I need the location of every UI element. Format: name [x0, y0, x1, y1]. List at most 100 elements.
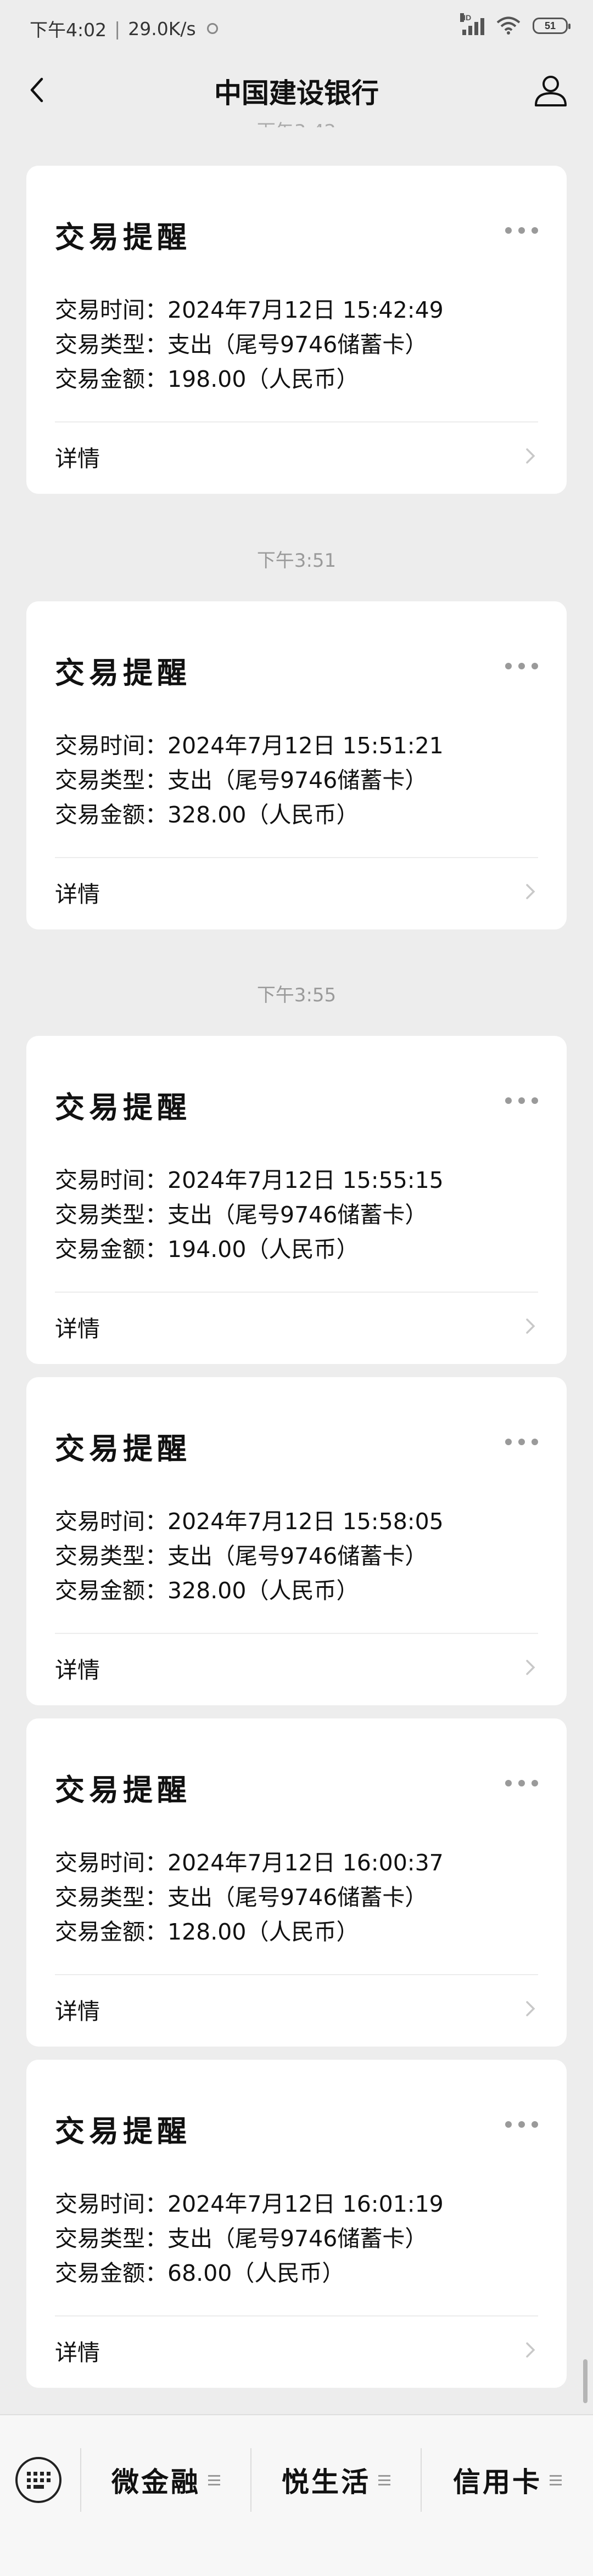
trade-time-row: 交易时间：2024年7月12日 15:51:21 [55, 732, 444, 759]
menu-yueshenghuo[interactable]: 悦生活 [251, 2447, 421, 2513]
wifi-icon [496, 16, 521, 35]
detail-link[interactable]: 详情 [26, 2316, 567, 2386]
profile-button[interactable] [530, 70, 571, 111]
status-right: HD 51 [460, 13, 570, 35]
detail-label: 详情 [55, 446, 100, 472]
menu-label: 悦生活 [282, 2466, 371, 2498]
trade-type: 支出（尾号9746储蓄卡） [167, 331, 428, 358]
detail-label: 详情 [55, 1316, 100, 1342]
trade-time-row: 交易时间：2024年7月12日 15:58:05 [55, 1508, 444, 1535]
more-dots-icon [505, 663, 512, 669]
message-card: 交易提醒 交易时间：2024年7月12日 15:55:15 交易类型：支出（尾号… [26, 1036, 567, 1364]
trade-type-row: 交易类型：支出（尾号9746储蓄卡） [55, 331, 428, 358]
signal-icon: HD [460, 13, 484, 35]
detail-link[interactable]: 详情 [26, 1634, 567, 1703]
trade-type: 支出（尾号9746储蓄卡） [167, 767, 428, 793]
trade-type: 支出（尾号9746储蓄卡） [167, 1543, 428, 1569]
more-dots-icon [505, 1780, 512, 1786]
more-button[interactable] [505, 1778, 538, 1789]
trade-amount-row: 交易金额：198.00（人民币） [55, 366, 359, 392]
message-card: 交易提醒 交易时间：2024年7月12日 16:00:37 交易类型：支出（尾号… [26, 1718, 567, 2047]
detail-label: 详情 [55, 1657, 100, 1683]
trade-type-row: 交易类型：支出（尾号9746储蓄卡） [55, 1202, 428, 1228]
keyboard-icon [26, 2471, 51, 2489]
menu-lines-icon [208, 2474, 220, 2485]
more-button[interactable] [505, 1095, 538, 1106]
trade-time: 2024年7月12日 15:42:49 [167, 297, 444, 323]
card-title: 交易提醒 [55, 1090, 191, 1125]
trade-type-row: 交易类型：支出（尾号9746储蓄卡） [55, 767, 428, 793]
person-icon [535, 76, 567, 106]
detail-label: 详情 [55, 2340, 100, 2366]
network-speed: 29.0K/s [128, 18, 196, 40]
trade-amount-row: 交易金额：194.00（人民币） [55, 1236, 359, 1262]
trade-time: 2024年7月12日 16:01:19 [167, 2191, 444, 2217]
menu-xinyongka[interactable]: 信用卡 [422, 2447, 593, 2513]
more-button[interactable] [505, 661, 538, 672]
time-label: 下午3:55 [256, 984, 337, 1006]
more-button[interactable] [505, 2119, 538, 2130]
message-card: 交易提醒 交易时间：2024年7月12日 15:51:21 交易类型：支出（尾号… [26, 601, 567, 929]
detail-label: 详情 [55, 881, 100, 907]
trade-type-row: 交易类型：支出（尾号9746储蓄卡） [55, 1884, 428, 1910]
trade-time-row: 交易时间：2024年7月12日 16:01:19 [55, 2191, 444, 2217]
status-time: 下午4:02 [30, 19, 107, 41]
trade-time: 2024年7月12日 15:55:15 [167, 1167, 444, 1193]
more-dots-icon [505, 1097, 512, 1104]
chevron-right-icon [526, 884, 535, 899]
chevron-right-icon [526, 1660, 535, 1675]
trade-time: 2024年7月12日 15:58:05 [167, 1508, 444, 1535]
trade-amount: 328.00（人民币） [167, 802, 359, 828]
menu-weijinrong[interactable]: 微金融 [81, 2447, 250, 2513]
menu-label: 微金融 [111, 2466, 200, 2498]
trade-amount-row: 交易金额：128.00（人民币） [55, 1919, 359, 1945]
card-content: 交易时间：2024年7月12日 16:00:37 交易类型：支出（尾号9746储… [55, 1846, 444, 1949]
more-button[interactable] [505, 1436, 538, 1447]
chevron-right-icon [526, 1318, 535, 1334]
more-button[interactable] [505, 225, 538, 236]
card-content: 交易时间：2024年7月12日 15:42:49 交易类型：支出（尾号9746储… [55, 293, 444, 397]
trade-time: 2024年7月12日 16:00:37 [167, 1850, 444, 1876]
status-left: 下午4:02 | 29.0K/s [30, 15, 218, 42]
scrollbar[interactable] [583, 2359, 588, 2403]
trade-time: 2024年7月12日 15:51:21 [167, 732, 444, 759]
trade-amount-row: 交易金额：328.00（人民币） [55, 1577, 359, 1604]
trade-type-row: 交易类型：支出（尾号9746储蓄卡） [55, 1543, 428, 1569]
message-card: 交易提醒 交易时间：2024年7月12日 15:58:05 交易类型：支出（尾号… [26, 1377, 567, 1705]
detail-link[interactable]: 详情 [26, 1975, 567, 2044]
menu-lines-icon [378, 2474, 390, 2485]
card-title: 交易提醒 [55, 2114, 191, 2149]
detail-link[interactable]: 详情 [26, 422, 567, 492]
more-dots-icon [505, 2121, 512, 2128]
chevron-right-icon [526, 448, 535, 464]
detail-link[interactable]: 详情 [26, 858, 567, 927]
time-label-partial: 下午3:42 [0, 116, 593, 127]
battery-level: 51 [544, 20, 556, 31]
chevron-right-icon [526, 2001, 535, 2016]
bottom-menu-bar: 微金融 悦生活 信用卡 [0, 2414, 593, 2576]
trade-type: 支出（尾号9746储蓄卡） [167, 2225, 428, 2252]
battery-icon: 51 [533, 18, 570, 34]
trade-amount-row: 交易金额：328.00（人民币） [55, 802, 359, 828]
detail-link[interactable]: 详情 [26, 1293, 567, 1362]
page-title: 中国建设银行 [214, 77, 379, 109]
trade-type: 支出（尾号9746储蓄卡） [167, 1202, 428, 1228]
detail-label: 详情 [55, 1998, 100, 2025]
hd-label: HD [460, 13, 472, 22]
trade-type: 支出（尾号9746储蓄卡） [167, 1884, 428, 1910]
card-content: 交易时间：2024年7月12日 15:55:15 交易类型：支出（尾号9746储… [55, 1163, 444, 1267]
trade-amount: 198.00（人民币） [167, 366, 359, 392]
card-content: 交易时间：2024年7月12日 15:51:21 交易类型：支出（尾号9746储… [55, 729, 444, 832]
time-label: 下午3:51 [256, 550, 337, 572]
keyboard-button[interactable] [15, 2457, 61, 2503]
status-bar: 下午4:02 | 29.0K/s HD 51 [0, 0, 593, 55]
card-title: 交易提醒 [55, 1431, 191, 1466]
card-content: 交易时间：2024年7月12日 15:58:05 交易类型：支出（尾号9746储… [55, 1504, 444, 1608]
card-title: 交易提醒 [55, 656, 191, 690]
card-title: 交易提醒 [55, 220, 191, 255]
message-card: 交易提醒 交易时间：2024年7月12日 16:01:19 交易类型：支出（尾号… [26, 2060, 567, 2388]
trade-amount: 128.00（人民币） [167, 1919, 359, 1945]
chevron-right-icon [526, 2342, 535, 2358]
trade-type-row: 交易类型：支出（尾号9746储蓄卡） [55, 2225, 428, 2252]
card-content: 交易时间：2024年7月12日 16:01:19 交易类型：支出（尾号9746储… [55, 2187, 444, 2291]
